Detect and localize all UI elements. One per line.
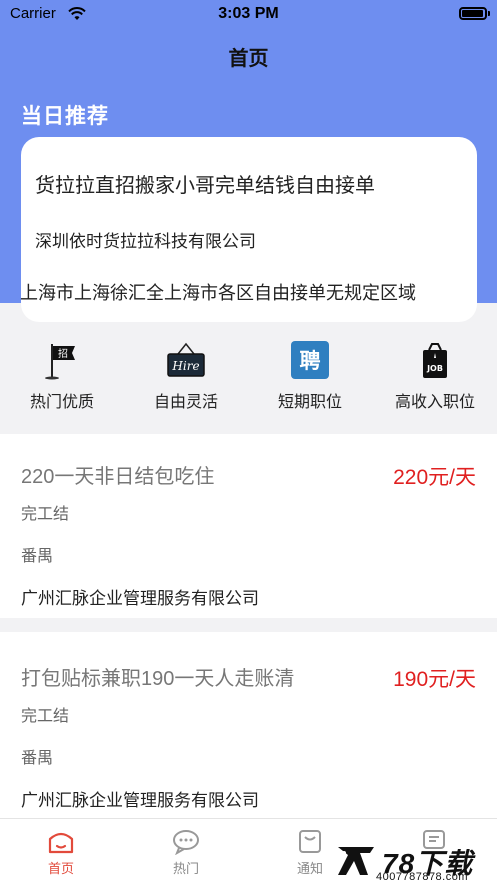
svg-text:聘: 聘 xyxy=(300,349,321,373)
category-short-term[interactable]: 聘 短期职位 xyxy=(255,340,365,412)
job-company: 广州汇脉企业管理服务有限公司 xyxy=(21,791,259,810)
svg-text:JOB: JOB xyxy=(426,364,443,373)
recommend-card[interactable]: 货拉拉直招搬家小哥完单结钱自由接单 深圳依时货拉拉科技有限公司 上海市上海徐汇全… xyxy=(20,137,477,322)
recommend-company: 深圳依时货拉拉科技有限公司 xyxy=(35,232,256,251)
job-salary: 220元/天 xyxy=(393,466,476,489)
category-hot[interactable]: 招 热门优质 xyxy=(7,340,117,412)
category-high-income[interactable]: JOB 高收入职位 xyxy=(380,340,490,412)
status-bar: Carrier 3:03 PM xyxy=(0,0,497,30)
job-area: 番禺 xyxy=(21,548,54,565)
job-title: 打包贴标兼职190一天人走账清 xyxy=(21,668,295,690)
job-settlement: 完工结 xyxy=(21,506,70,523)
tab-label: 首页 xyxy=(47,861,74,876)
flag-icon: 招 xyxy=(42,340,82,380)
recommend-area: 上海市上海徐汇全上海市各区自由接单无规定区域 xyxy=(20,283,416,303)
category-flexible[interactable]: Hire 自由灵活 xyxy=(131,340,241,412)
job-area: 番禺 xyxy=(21,750,54,767)
watermark-logo-icon xyxy=(338,847,374,875)
page-title: 首页 xyxy=(228,48,269,70)
job-card[interactable]: 220一天非日结包吃住 220元/天 完工结 番禺 广州汇脉企业管理服务有限公司 xyxy=(0,434,497,618)
job-title: 220一天非日结包吃住 xyxy=(21,466,215,488)
category-label: 自由灵活 xyxy=(153,394,218,411)
svg-text:招: 招 xyxy=(58,347,68,360)
tab-home[interactable]: 首页 xyxy=(21,827,101,877)
tab-hot[interactable]: 热门 xyxy=(146,827,226,877)
job-company: 广州汇脉企业管理服务有限公司 xyxy=(21,589,259,608)
svg-text:Hire: Hire xyxy=(171,359,199,373)
category-label: 热门优质 xyxy=(29,394,94,411)
watermark: 78下载 4007787878.com xyxy=(330,838,497,883)
watermark-url: 4007787878.com xyxy=(376,871,469,883)
tab-label: 热门 xyxy=(172,861,199,876)
recommend-job-title: 货拉拉直招搬家小哥完单结钱自由接单 xyxy=(35,175,375,197)
pin-badge-icon: 聘 xyxy=(290,340,330,380)
chat-bubble-icon xyxy=(171,827,201,856)
clock: 3:03 PM xyxy=(218,5,279,22)
job-salary: 190元/天 xyxy=(393,668,476,691)
category-label: 短期职位 xyxy=(277,394,342,411)
home-icon xyxy=(46,827,76,855)
battery-icon xyxy=(459,7,490,20)
category-label: 高收入职位 xyxy=(394,394,475,411)
job-bag-icon: JOB xyxy=(415,340,455,380)
bag-icon xyxy=(295,827,325,855)
hire-sign-icon: Hire xyxy=(166,340,206,380)
category-bar: 招 热门优质 Hire 自由灵活 聘 短期职位 JOB 高收入职位 xyxy=(0,322,497,432)
job-card[interactable]: 打包贴标兼职190一天人走账清 190元/天 完工结 番禺 广州汇脉企业管理服务… xyxy=(0,632,497,818)
job-settlement: 完工结 xyxy=(21,708,70,725)
recommend-section-title: 当日推荐 xyxy=(21,105,109,128)
